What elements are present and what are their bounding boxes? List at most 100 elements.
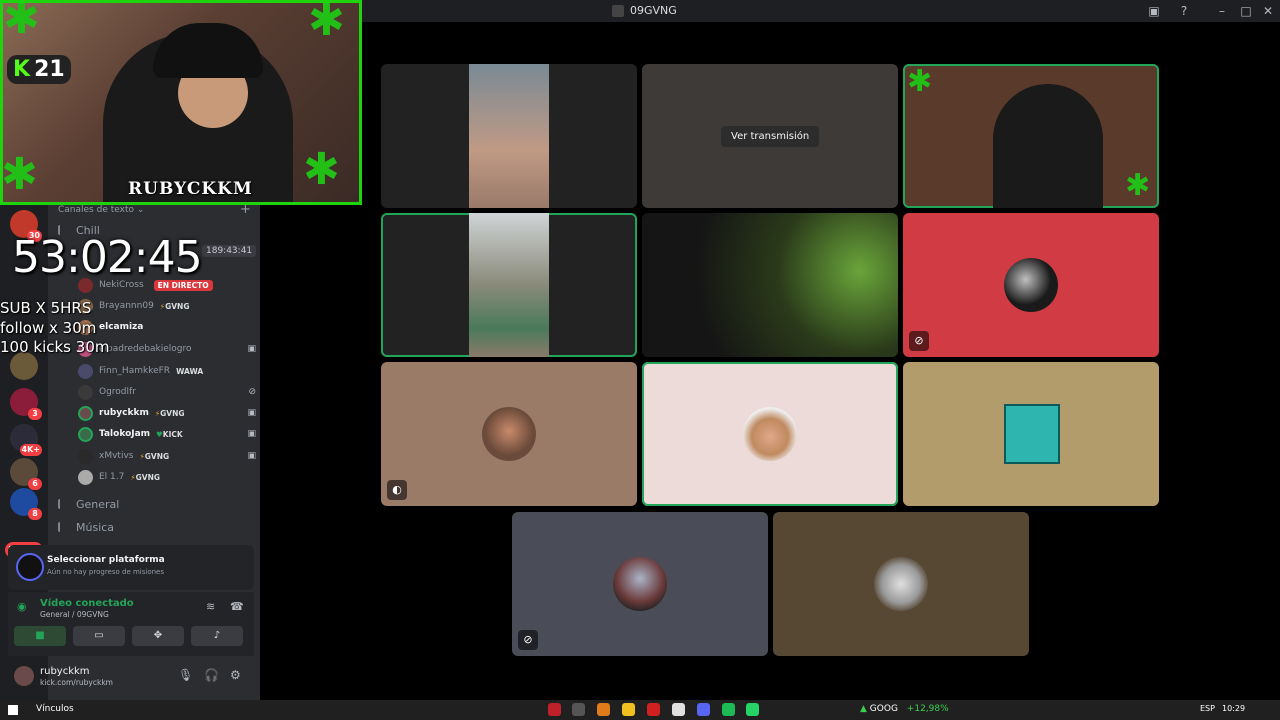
voice-user[interactable]: TalokoJam ♥KICK ▣ [78, 424, 256, 444]
ticker-change: +12,98% [906, 704, 949, 714]
channel-musica[interactable]: Música [58, 517, 254, 537]
user-tile[interactable] [642, 362, 898, 506]
spotify-icon[interactable] [722, 703, 735, 716]
soundboard-button[interactable]: ♪ [191, 626, 243, 646]
leaf-icon: ✱ [1, 149, 38, 200]
user-name: elcamiza [99, 322, 144, 332]
avatar [78, 448, 93, 464]
voice-user[interactable]: rubyckkm ⚡GVNG ▣ [78, 403, 256, 423]
video-tile[interactable] [381, 64, 637, 208]
help-icon[interactable]: ? [1176, 3, 1192, 19]
stream-tile[interactable]: Ver transmisión [642, 64, 898, 208]
windows-start-icon[interactable] [8, 705, 18, 715]
user-tag: ♥KICK [156, 429, 183, 439]
voice-user[interactable]: elcamiza [78, 317, 256, 337]
app-icon[interactable] [672, 703, 685, 716]
leaf-icon: ✱ [3, 0, 40, 44]
avatar[interactable] [14, 666, 34, 686]
microphone-icon[interactable]: 🎙 [178, 668, 193, 682]
server-icon[interactable]: 8 [10, 488, 42, 520]
windows-taskbar: Vínculos ▲ GOOG +12,98% ESP 10:29 [0, 700, 1280, 720]
channel-label: General [76, 497, 120, 511]
user-panel: rubyckkm kick.com/rubyckkm 🎙 🎧 ⚙ [8, 660, 254, 692]
cam-name: RUBYCKKM [128, 179, 253, 199]
user-tag: ⚡GVNG [159, 301, 190, 311]
voice-status[interactable]: Vídeo conectado [40, 598, 134, 609]
watch-stream-button[interactable]: Ver transmisión [721, 126, 820, 147]
trend-icon: ▲ [860, 704, 867, 714]
category-text-channels[interactable]: Canales de texto ⌄ [58, 205, 144, 215]
mission-icon [16, 553, 44, 581]
user-tile[interactable] [773, 512, 1029, 656]
server-icon[interactable]: 6 [10, 458, 42, 490]
links-toolbar[interactable]: Vínculos [36, 704, 74, 714]
voice-user[interactable]: Ogrodlfr ⊘ [78, 382, 256, 402]
leaf-icon: ✱ [1125, 168, 1151, 203]
user-name: xMvtivs [99, 451, 134, 461]
app-icon[interactable] [647, 703, 660, 716]
voice-status-panel: ◉ Vídeo conectado General / 09GVNG ≋ ☎ ■… [8, 592, 254, 656]
server-icon[interactable]: 3 [10, 388, 42, 420]
speaker-icon [58, 522, 70, 532]
avatar [78, 384, 93, 400]
channel-general[interactable]: General [58, 494, 254, 514]
voice-user[interactable]: El 1.7 ⚡GVNG [78, 467, 256, 487]
avatar [78, 363, 93, 379]
app-icon[interactable] [572, 703, 585, 716]
headphones-icon[interactable]: 🎧 [204, 668, 219, 682]
clock[interactable]: 10:29 [1222, 704, 1245, 713]
close-button[interactable]: ✕ [1260, 3, 1276, 19]
user-tile[interactable]: ⊘ [512, 512, 768, 656]
user-tag: ⚡GVNG [139, 451, 170, 461]
noise-suppression-icon[interactable]: ≋ [206, 600, 215, 613]
user-name: Finn_HamkkeFR [99, 366, 171, 376]
stream-tile[interactable]: ✱ ✱ [903, 64, 1159, 208]
app-icon[interactable] [548, 703, 561, 716]
screen-share-button[interactable]: ▭ [73, 626, 125, 646]
avatar [1004, 258, 1058, 312]
mention-badge: 4K+ [19, 444, 42, 456]
user-name: rubyckkm [99, 408, 149, 418]
video-feed [469, 213, 549, 357]
stock-ticker[interactable]: ▲ GOOG +12,98% [860, 704, 949, 714]
voice-user[interactable]: Finn_HamkkeFR WAWA [78, 361, 256, 381]
disconnect-icon[interactable]: ☎ [230, 600, 244, 613]
activities-button[interactable]: ✥ [132, 626, 184, 646]
speaker-icon [58, 499, 70, 509]
overlay-line: follow x 30m [0, 319, 97, 337]
muted-icon: ⊘ [518, 630, 538, 650]
app-icon[interactable] [597, 703, 610, 716]
channel-label: Música [76, 520, 115, 534]
settings-gear-icon[interactable]: ⚙ [230, 668, 241, 682]
voice-user[interactable]: Brayannn09 ⚡GVNG [78, 296, 256, 316]
mission-card[interactable]: Seleccionar plataforma Aún no hay progre… [8, 545, 254, 590]
voice-user[interactable]: xMvtivs ⚡GVNG ▣ [78, 446, 256, 466]
language-indicator[interactable]: ESP [1200, 704, 1215, 713]
user-name: Brayannn09 [99, 301, 154, 311]
maximize-button[interactable]: □ [1238, 3, 1254, 19]
user-tag: ⚡GVNG [154, 408, 185, 418]
server-icon [612, 4, 624, 17]
video-icon: ▣ [247, 344, 256, 354]
kick-counter: K 21 [7, 55, 71, 84]
video-tile[interactable] [381, 213, 637, 357]
inbox-icon[interactable]: ▣ [1146, 3, 1162, 19]
avatar [613, 557, 667, 611]
voice-location[interactable]: General / 09GVNG [40, 610, 109, 619]
user-tile[interactable] [903, 362, 1159, 506]
discord-icon[interactable] [697, 703, 710, 716]
server-icon[interactable] [10, 352, 38, 380]
user-tile[interactable]: ⊘ [903, 213, 1159, 357]
user-tile[interactable]: ◐ [381, 362, 637, 506]
avatar [78, 426, 93, 442]
server-icon[interactable]: 4K+ [10, 424, 42, 456]
mission-subtitle: Aún no hay progreso de misiones [47, 568, 165, 576]
minimize-button[interactable]: – [1214, 3, 1230, 19]
camera-button[interactable]: ■ [14, 626, 66, 646]
video-tile[interactable] [642, 213, 898, 357]
leaf-icon: ✱ [308, 0, 345, 46]
whatsapp-icon[interactable] [746, 703, 759, 716]
folder-icon[interactable] [622, 703, 635, 716]
leaf-icon: ✱ [907, 64, 933, 99]
my-username[interactable]: rubyckkm [40, 666, 90, 677]
